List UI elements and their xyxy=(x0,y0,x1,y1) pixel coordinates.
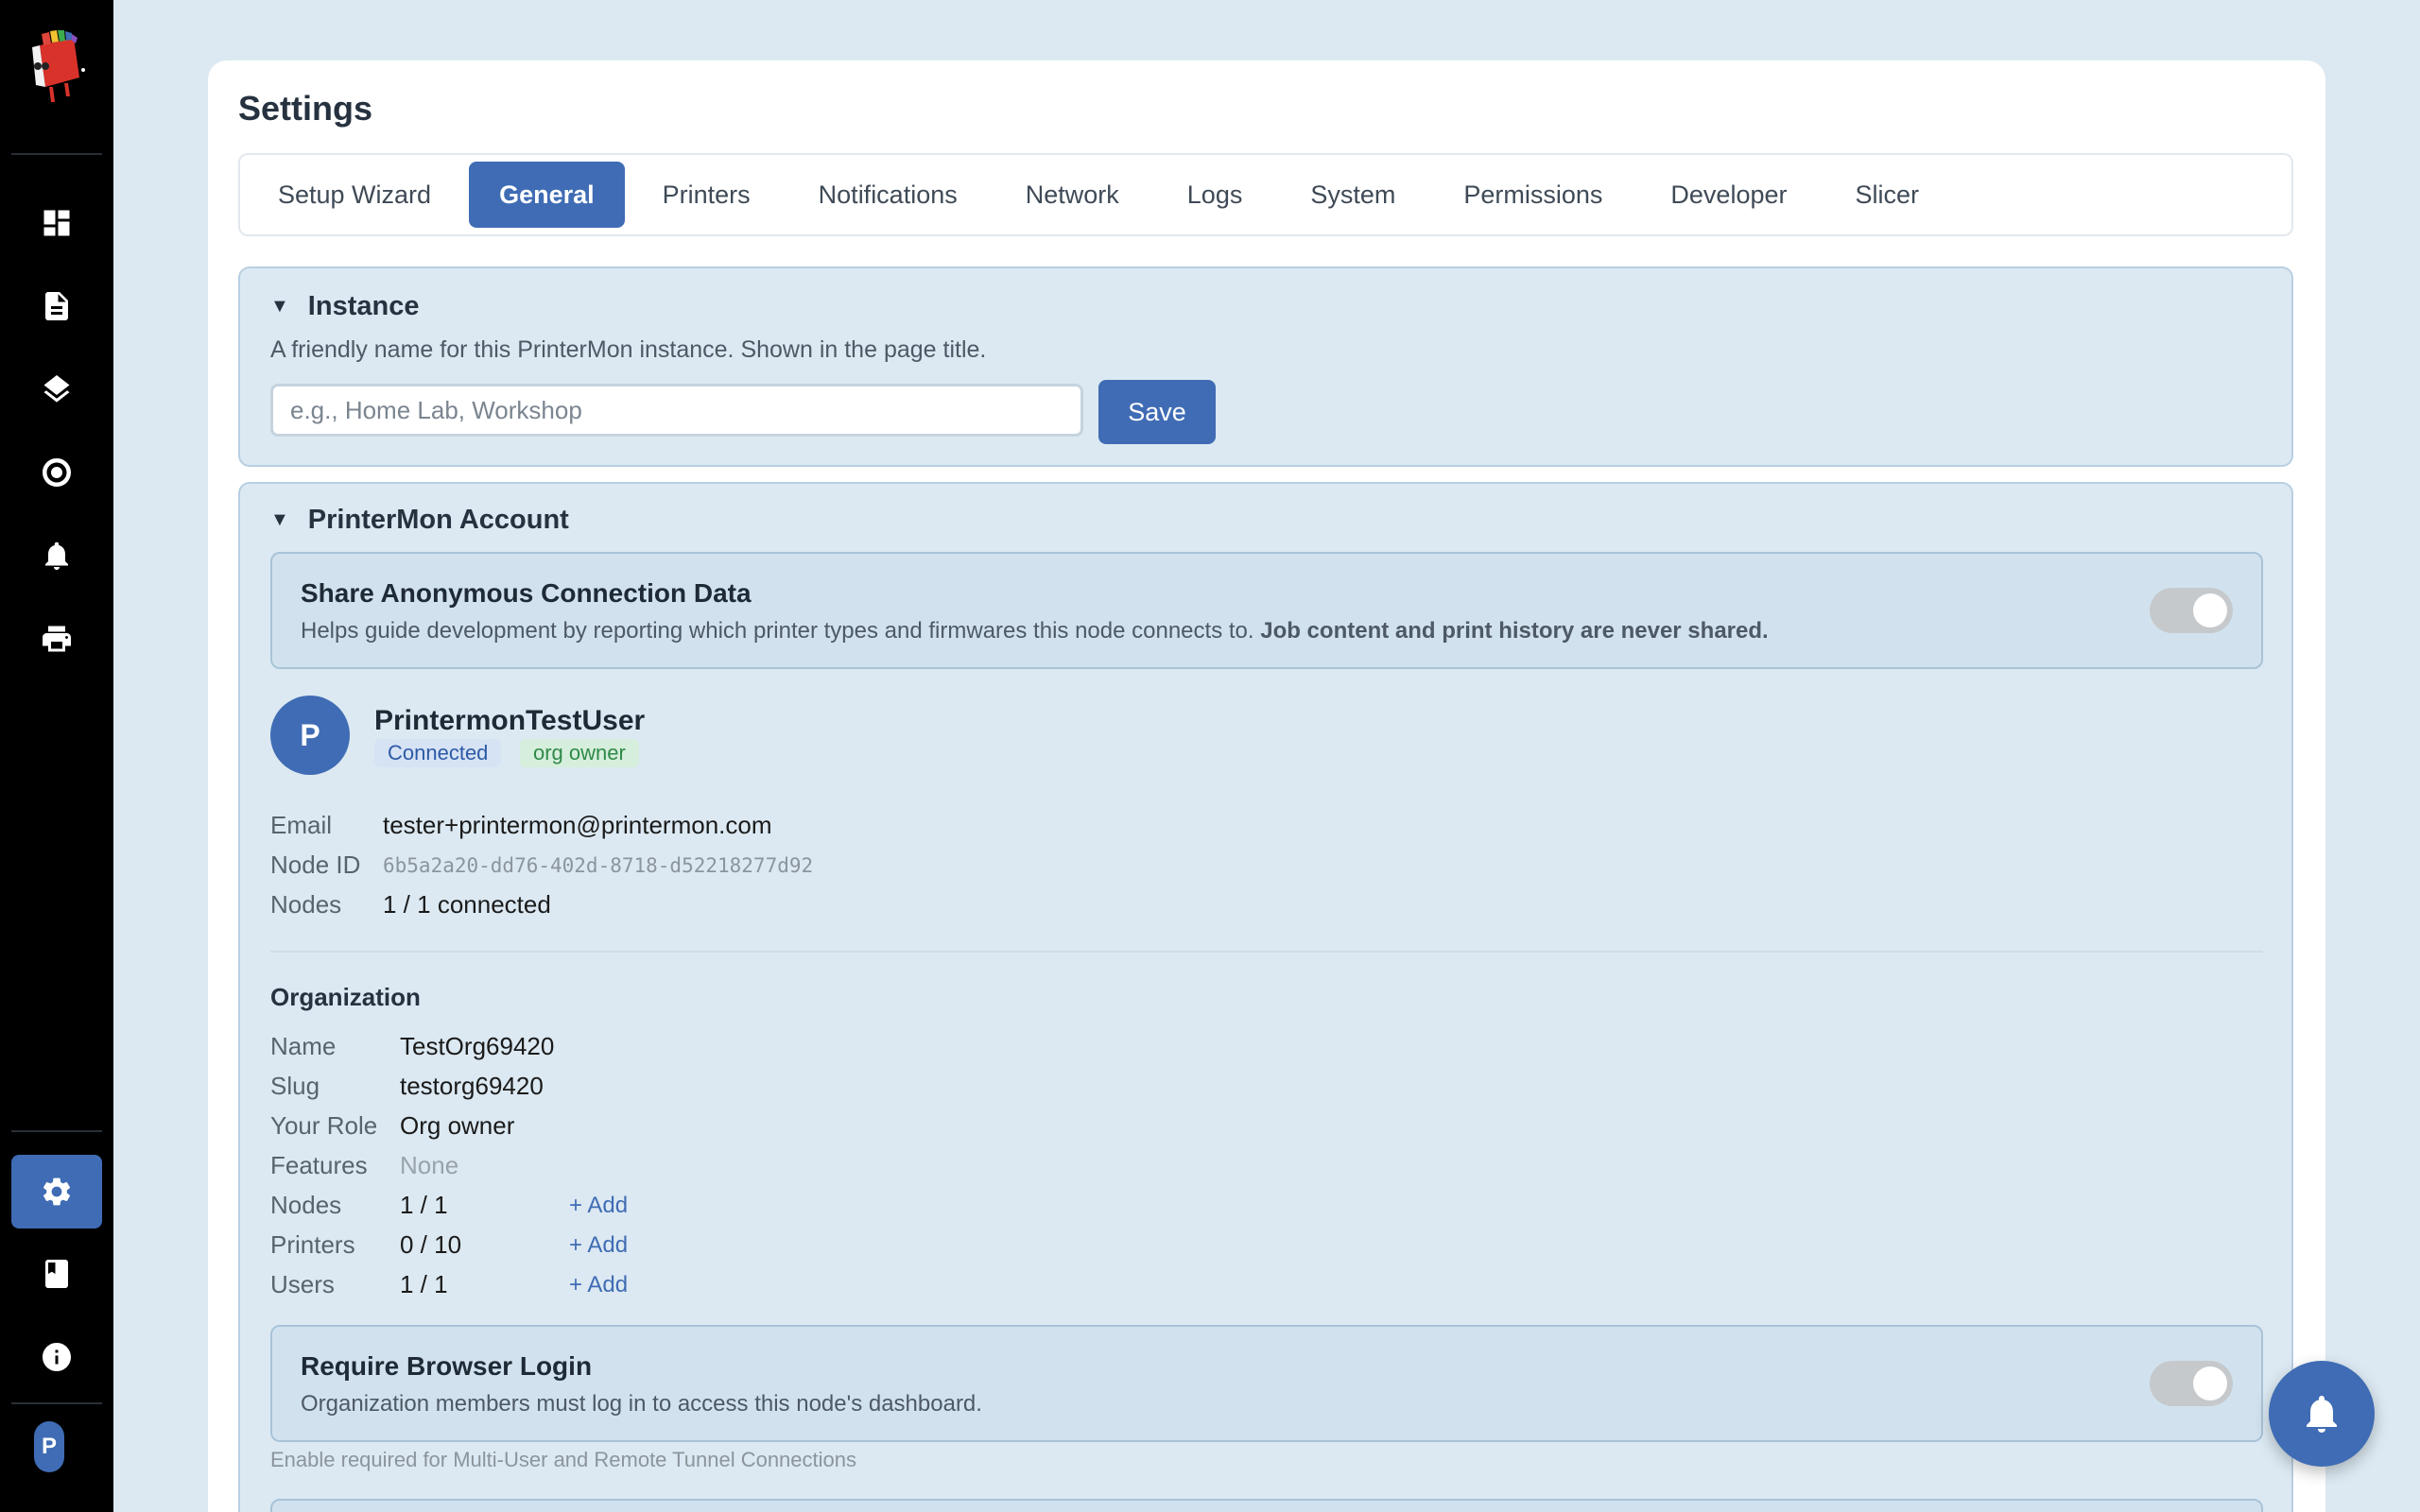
settings-tabs: Setup Wizard General Printers Notificati… xyxy=(238,153,2293,236)
bell-icon xyxy=(2307,1396,2337,1433)
connection-status-badge: Connected xyxy=(374,739,502,767)
account-section-header[interactable]: ▼ PrinterMon Account xyxy=(270,505,569,536)
dashboard-icon xyxy=(43,210,70,236)
instance-name-input[interactable] xyxy=(270,384,1083,437)
tab-logs[interactable]: Logs xyxy=(1157,162,1273,228)
divider xyxy=(270,951,2263,953)
org-users-value: 1 / 1 xyxy=(400,1270,448,1298)
require-login-title: Require Browser Login xyxy=(301,1351,593,1381)
toggle-knob xyxy=(2193,593,2227,627)
tab-general[interactable]: General xyxy=(469,162,625,228)
sidebar-divider xyxy=(11,1130,102,1132)
bell-icon xyxy=(45,541,68,570)
sidebar-item-docs[interactable] xyxy=(0,1246,113,1302)
email-value: tester+printermon@printermon.com xyxy=(383,811,772,839)
tab-notifications[interactable]: Notifications xyxy=(788,162,988,228)
page-title: Settings xyxy=(238,89,373,128)
org-users-label: Users xyxy=(270,1270,335,1298)
sidebar: P xyxy=(0,0,113,1512)
tab-permissions[interactable]: Permissions xyxy=(1433,162,1633,228)
account-avatar: P xyxy=(270,696,350,775)
nodes-label: Nodes xyxy=(270,890,342,919)
require-login-toggle[interactable] xyxy=(2150,1361,2233,1406)
collapse-caret-icon: ▼ xyxy=(270,509,289,530)
sidebar-item-dashboard[interactable] xyxy=(0,195,113,251)
sidebar-item-monitor[interactable] xyxy=(0,444,113,501)
target-icon xyxy=(43,458,71,487)
printer-icon xyxy=(43,626,71,652)
book-icon xyxy=(45,1260,68,1288)
role-badge: org owner xyxy=(520,739,639,767)
org-role-label: Your Role xyxy=(270,1111,378,1140)
sidebar-item-about[interactable] xyxy=(0,1329,113,1385)
sidebar-divider xyxy=(11,153,102,155)
share-data-description: Helps guide development by reporting whi… xyxy=(301,618,1769,644)
tab-setup-wizard[interactable]: Setup Wizard xyxy=(248,162,461,228)
tab-network[interactable]: Network xyxy=(995,162,1150,228)
sidebar-item-printers[interactable] xyxy=(0,610,113,667)
share-data-setting: Share Anonymous Connection Data Helps gu… xyxy=(270,552,2263,669)
require-login-description: Organization members must log in to acce… xyxy=(301,1391,982,1417)
info-icon xyxy=(43,1343,71,1371)
org-name-label: Name xyxy=(270,1032,337,1060)
org-printers-value: 0 / 10 xyxy=(400,1230,462,1259)
share-data-title: Share Anonymous Connection Data xyxy=(301,578,752,608)
sidebar-item-settings[interactable] xyxy=(11,1155,102,1228)
org-features-value: None xyxy=(400,1151,459,1179)
sidebar-item-layers[interactable] xyxy=(0,361,113,418)
account-heading: PrinterMon Account xyxy=(307,505,569,535)
instance-description: A friendly name for this PrinterMon inst… xyxy=(270,336,987,363)
tab-developer[interactable]: Developer xyxy=(1640,162,1817,228)
org-features-label: Features xyxy=(270,1151,368,1179)
document-icon xyxy=(45,292,68,320)
next-setting xyxy=(270,1499,2263,1512)
require-login-setting: Require Browser Login Organization membe… xyxy=(270,1325,2263,1442)
organization-heading: Organization xyxy=(270,983,421,1011)
collapse-caret-icon: ▼ xyxy=(270,296,289,317)
tab-printers[interactable]: Printers xyxy=(632,162,781,228)
node-id-label: Node ID xyxy=(270,850,361,879)
org-printers-label: Printers xyxy=(270,1230,355,1259)
share-data-toggle[interactable] xyxy=(2150,588,2233,633)
add-printer-link[interactable]: + Add xyxy=(569,1232,628,1259)
account-section: ▼ PrinterMon Account Share Anonymous Con… xyxy=(238,482,2293,1512)
node-id-value: 6b5a2a20-dd76-402d-8718-d52218277d92 xyxy=(383,854,814,877)
require-login-hint: Enable required for Multi-User and Remot… xyxy=(270,1448,856,1471)
tab-system[interactable]: System xyxy=(1280,162,1426,228)
sidebar-item-notifications[interactable] xyxy=(0,527,113,584)
sidebar-divider xyxy=(11,1402,102,1404)
org-name-value: TestOrg69420 xyxy=(400,1032,555,1060)
email-label: Email xyxy=(270,811,333,839)
printermon-logo xyxy=(32,30,85,102)
instance-heading: Instance xyxy=(307,291,420,321)
user-avatar[interactable]: P xyxy=(34,1421,64,1472)
notifications-fab[interactable] xyxy=(2269,1361,2375,1467)
org-slug-label: Slug xyxy=(270,1072,320,1100)
sidebar-item-files[interactable] xyxy=(0,278,113,335)
settings-card: Settings Setup Wizard General Printers N… xyxy=(208,60,2325,1512)
toggle-knob xyxy=(2193,1366,2227,1400)
account-username: PrintermonTestUser xyxy=(374,705,646,736)
add-user-link[interactable]: + Add xyxy=(569,1272,628,1298)
gear-icon xyxy=(43,1177,71,1206)
nodes-value: 1 / 1 connected xyxy=(383,890,551,919)
layers-icon xyxy=(43,375,70,403)
org-nodes-label: Nodes xyxy=(270,1191,342,1219)
save-button[interactable]: Save xyxy=(1098,380,1216,444)
instance-section-header[interactable]: ▼ Instance xyxy=(270,291,419,322)
add-node-link[interactable]: + Add xyxy=(569,1193,628,1219)
org-slug-value: testorg69420 xyxy=(400,1072,544,1100)
org-role-value: Org owner xyxy=(400,1111,515,1140)
tab-slicer[interactable]: Slicer xyxy=(1825,162,1950,228)
instance-section: ▼ Instance A friendly name for this Prin… xyxy=(238,266,2293,467)
org-nodes-value: 1 / 1 xyxy=(400,1191,448,1219)
